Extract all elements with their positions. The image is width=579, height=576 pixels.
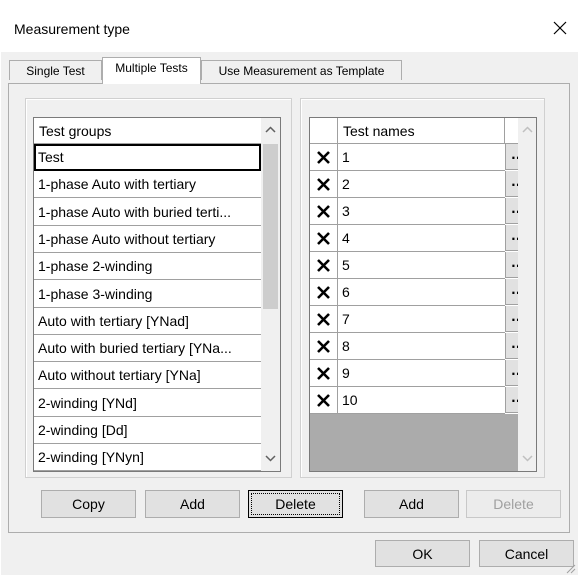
test-name-cell[interactable]: 5	[338, 252, 505, 279]
delete-row-handle[interactable]	[310, 306, 338, 333]
delete-x-icon	[317, 340, 330, 353]
delete-group-button[interactable]: Delete	[248, 490, 343, 518]
scroll-down-icon[interactable]	[265, 455, 276, 462]
test-groups-scrollbar[interactable]	[261, 118, 280, 471]
add-group-button[interactable]: Add	[145, 490, 240, 518]
delete-row-handle[interactable]	[310, 225, 338, 252]
test-group-row[interactable]: 1-phase Auto without tertiary	[34, 226, 261, 253]
close-button[interactable]	[548, 16, 572, 40]
test-group-row[interactable]: 2-winding [YNd]	[34, 390, 261, 417]
test-name-cell[interactable]: 10	[338, 387, 505, 414]
resize-grip-icon[interactable]	[564, 562, 576, 574]
delete-x-icon	[317, 178, 330, 191]
delete-row-handle[interactable]	[310, 144, 338, 171]
test-name-cell[interactable]: 3	[338, 198, 505, 225]
test-group-row[interactable]: Test	[34, 144, 261, 171]
grid-corner-cell	[310, 118, 338, 144]
title-bar: Measurement type	[0, 0, 579, 52]
test-name-cell[interactable]: 2	[338, 171, 505, 198]
test-group-row[interactable]: Auto with buried tertiary [YNa...	[34, 335, 261, 363]
test-group-row[interactable]: 1-phase Auto with tertiary	[34, 171, 261, 199]
test-name-cell[interactable]: 4	[338, 225, 505, 252]
test-group-row[interactable]: Auto with tertiary [YNad]	[34, 308, 261, 335]
test-group-row[interactable]: 1-phase Auto with buried terti...	[34, 199, 261, 226]
delete-row-handle[interactable]	[310, 360, 338, 387]
test-name-cell[interactable]: 9	[338, 360, 505, 387]
empty-grid-area	[310, 414, 518, 471]
test-name-cell[interactable]: 8	[338, 333, 505, 360]
close-icon	[553, 21, 567, 35]
scroll-thumb[interactable]	[263, 144, 278, 309]
delete-x-icon	[317, 313, 330, 326]
test-groups-grid: Test groups Test 1-phase Auto with tertia…	[33, 117, 281, 472]
delete-x-icon	[317, 205, 330, 218]
delete-x-icon	[317, 286, 330, 299]
delete-x-icon	[317, 151, 330, 164]
test-group-row[interactable]: 2-winding [YNyn]	[34, 444, 261, 471]
test-group-row[interactable]: 1-phase 3-winding	[34, 281, 261, 308]
delete-x-icon	[317, 394, 330, 407]
delete-x-icon	[317, 259, 330, 272]
delete-row-handle[interactable]	[310, 198, 338, 225]
delete-row-handle[interactable]	[310, 333, 338, 360]
tab-single-test[interactable]: Single Test	[9, 60, 102, 80]
test-name-cell[interactable]: 1	[338, 144, 505, 171]
test-names-grid: Test names 1...2...3...4...5...6...7...8…	[309, 117, 537, 472]
dialog-title: Measurement type	[14, 21, 130, 37]
ok-button[interactable]: OK	[375, 540, 470, 567]
test-name-cell[interactable]: 6	[338, 279, 505, 306]
add-test-button[interactable]: Add	[364, 490, 459, 518]
delete-row-handle[interactable]	[310, 252, 338, 279]
test-names-header[interactable]: Test names	[338, 118, 505, 144]
test-name-cell[interactable]: 7	[338, 306, 505, 333]
test-group-row[interactable]: 2-winding [Dd]	[34, 417, 261, 444]
tab-multiple-tests[interactable]: Multiple Tests	[102, 57, 201, 84]
delete-row-handle[interactable]	[310, 171, 338, 198]
test-group-row[interactable]: 1-phase 2-winding	[34, 253, 261, 281]
copy-button[interactable]: Copy	[41, 490, 136, 518]
scroll-down-icon	[522, 455, 533, 462]
test-groups-header[interactable]: Test groups	[34, 118, 261, 144]
tab-use-measurement-as-template[interactable]: Use Measurement as Template	[201, 60, 402, 80]
cancel-button[interactable]: Cancel	[479, 540, 574, 567]
delete-row-handle[interactable]	[310, 387, 338, 414]
delete-x-icon	[317, 367, 330, 380]
scroll-up-icon[interactable]	[265, 126, 276, 133]
focus-rectangle	[251, 493, 340, 515]
delete-row-handle[interactable]	[310, 279, 338, 306]
delete-test-button: Delete	[466, 490, 561, 518]
test-group-row[interactable]: Auto without tertiary [YNa]	[34, 362, 261, 390]
test-names-scrollbar[interactable]	[518, 118, 536, 471]
delete-x-icon	[317, 232, 330, 245]
scroll-up-icon	[522, 126, 533, 133]
header-filler	[505, 118, 518, 144]
